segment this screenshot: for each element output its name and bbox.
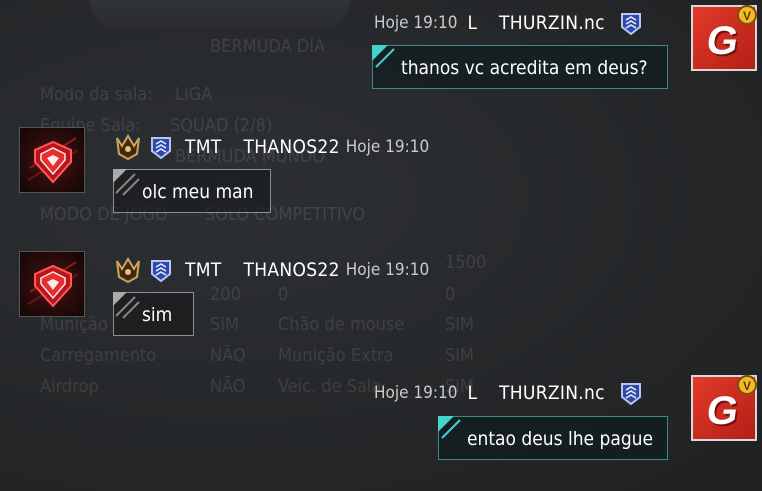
message-text: olc meu man (142, 181, 254, 203)
rank-badge-icon (149, 258, 171, 283)
message-bubble[interactable]: entao deus lhe pague (438, 416, 668, 460)
message-time: Hoje 19:10 (374, 383, 458, 403)
player-name[interactable]: THANOS22 (244, 259, 340, 281)
player-avatar[interactable]: G V (691, 5, 757, 71)
player-name[interactable]: THURZIN.nc (499, 12, 605, 34)
g-logo-icon: G (703, 389, 742, 433)
red-diamond-icon (27, 261, 79, 308)
message-bubble[interactable]: olc meu man (113, 169, 271, 213)
ghost-value: LIGA (175, 84, 213, 105)
ghost-value: SIM (445, 314, 475, 335)
ghost-label: Airdrop (40, 376, 99, 397)
ghost-value: 1500 (445, 252, 487, 273)
verified-badge-icon: V (737, 375, 757, 395)
player-tag: L (467, 12, 477, 34)
ghost-value: 0 (445, 284, 456, 305)
ghost-value: Veíc. de Sala (278, 376, 382, 397)
player-avatar[interactable]: G V (691, 375, 757, 441)
ghost-value: SIM (210, 314, 240, 335)
ghost-label: Modo da sala: (40, 84, 153, 105)
message-text: entao deus lhe pague (467, 428, 654, 450)
player-tag: L (467, 382, 477, 404)
guild-tag: TMT (185, 259, 222, 281)
message-header: Hoje 19:10 L THURZIN.nc (374, 8, 641, 38)
player-name[interactable]: THURZIN.nc (499, 382, 605, 404)
message-header: TMT THANOS22 Hoje 19:10 (113, 132, 429, 162)
ghost-value: Chão de mouse (278, 314, 405, 335)
ghost-title: BERMUDA DIA (210, 36, 326, 57)
message-text: sim (142, 304, 173, 326)
message-bubble[interactable]: thanos vc acredita em deus? (372, 45, 668, 89)
player-name[interactable]: THANOS22 (244, 136, 340, 158)
verified-badge-icon: V (737, 5, 757, 25)
rank-badge-icon (619, 381, 641, 406)
ghost-label: Carregamento (40, 345, 157, 366)
elite-rank-icon (113, 132, 143, 162)
rank-badge-icon (149, 135, 171, 160)
g-logo-icon: G (703, 19, 742, 63)
elite-rank-icon (113, 255, 143, 285)
ghost-value: NÃO (210, 376, 246, 397)
player-avatar[interactable] (19, 251, 85, 317)
ghost-value: NÃO (210, 345, 246, 366)
bubble-corner-accent (113, 169, 143, 199)
message-text: thanos vc acredita em deus? (401, 57, 648, 79)
ghost-value: Munição Extra (278, 345, 394, 366)
message-bubble[interactable]: sim (113, 292, 194, 336)
red-diamond-icon (27, 137, 79, 184)
player-avatar[interactable] (19, 127, 85, 193)
rank-badge-icon (619, 11, 641, 36)
message-time: Hoje 19:10 (374, 13, 458, 33)
message-time: Hoje 19:10 (345, 260, 430, 280)
ghost-value: 200 (210, 284, 241, 305)
background-map-banner (90, 0, 350, 30)
message-time: Hoje 19:10 (345, 137, 430, 157)
bubble-corner-accent (438, 416, 468, 446)
message-header: Hoje 19:10 L THURZIN.nc (374, 378, 641, 408)
bubble-corner-accent (113, 292, 143, 322)
ghost-value: 0 (278, 284, 289, 305)
bubble-corner-accent (372, 45, 402, 75)
message-header: TMT THANOS22 Hoje 19:10 (113, 255, 429, 285)
guild-tag: TMT (185, 136, 222, 158)
ghost-value: SIM (445, 345, 475, 366)
